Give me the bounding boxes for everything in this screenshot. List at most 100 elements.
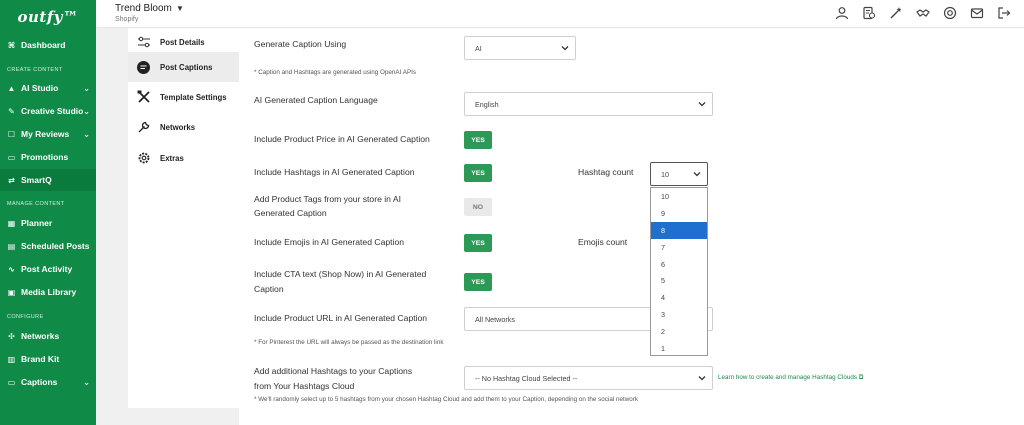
logout-icon[interactable] <box>996 5 1012 21</box>
chevron-down-icon: ⌄ <box>83 129 90 139</box>
networks-icon: ✣ <box>8 331 15 341</box>
sidebar-item-networks[interactable]: ✣ Networks <box>0 325 96 347</box>
chat-bubble-icon <box>136 60 151 75</box>
hashtag-count-label: Hashtag count <box>578 167 634 177</box>
dropdown-option[interactable]: 6 <box>651 256 707 273</box>
tools-icon <box>136 90 151 105</box>
section-label-configure: CONFIGURE <box>7 314 44 320</box>
chevron-down-icon: ⌄ <box>83 83 90 93</box>
sliders-icon <box>136 35 151 50</box>
handshake-icon[interactable] <box>915 5 931 21</box>
generate-caption-select[interactable]: AI <box>464 36 576 60</box>
reviews-icon: ☐ <box>7 129 16 139</box>
dropdown-option[interactable]: 5 <box>651 273 707 290</box>
dropdown-option[interactable]: 1 <box>651 340 707 357</box>
subnav-item-template-settings[interactable]: Template Settings <box>128 83 239 111</box>
chevron-down-icon: ⌄ <box>83 106 90 116</box>
include-url-note: * For Pinterest the URL will always be p… <box>254 339 444 346</box>
sidebar-item-ai-studio[interactable]: ▲ AI Studio ⌄ <box>0 77 96 99</box>
top-bar: Trend Bloom ▼ Shopify <box>96 0 1024 28</box>
include-cta-label-line2: Caption <box>254 284 284 294</box>
subnav-item-networks[interactable]: Networks <box>128 113 239 141</box>
sidebar-item-scheduled-posts[interactable]: ▤ Scheduled Posts <box>0 235 96 257</box>
caption-language-label: AI Generated Caption Language <box>254 95 378 105</box>
sidebar-item-brand-kit[interactable]: ▥ Brand Kit <box>0 348 96 370</box>
user-icon[interactable] <box>834 5 850 21</box>
sidebar-item-my-reviews[interactable]: ☐ My Reviews ⌄ <box>0 123 96 145</box>
include-hashtags-label: Include Hashtags in AI Generated Caption <box>254 167 415 177</box>
captions-icon: ▭ <box>7 377 16 387</box>
hashtag-cloud-help-link[interactable]: Learn how to create and manage Hashtag C… <box>718 374 863 382</box>
product-tags-label-line2: Generated Caption <box>254 208 327 218</box>
external-link-icon: ⧉ <box>858 374 864 381</box>
include-emojis-label: Include Emojis in AI Generated Caption <box>254 237 405 247</box>
dropdown-option[interactable]: 3 <box>651 306 707 323</box>
include-hashtags-toggle[interactable]: YES <box>464 164 492 182</box>
include-price-toggle[interactable]: YES <box>464 131 492 149</box>
include-emojis-toggle[interactable]: YES <box>464 234 492 252</box>
chevron-down-icon <box>561 46 569 51</box>
promotions-icon: ▭ <box>7 152 16 162</box>
sidebar-item-creative-studio[interactable]: ✎ Creative Studio ⌄ <box>0 100 96 122</box>
ai-icon: ▲ <box>7 83 16 93</box>
dropdown-option-highlighted[interactable]: 8 <box>651 221 707 239</box>
chevron-down-icon <box>693 172 701 177</box>
hashtag-cloud-label-line1: Add additional Hashtags to your Captions <box>254 366 413 376</box>
media-icon: ▣ <box>7 287 16 297</box>
billing-icon[interactable] <box>861 5 877 21</box>
section-label-create: CREATE CONTENT <box>7 67 63 73</box>
chevron-down-icon: ⌄ <box>83 377 90 387</box>
inbox-icon[interactable] <box>969 5 985 21</box>
dropdown-option[interactable]: 9 <box>651 205 707 222</box>
store-platform: Shopify <box>115 16 139 23</box>
creative-icon: ✎ <box>8 106 15 116</box>
sidebar-item-media-library[interactable]: ▣ Media Library <box>0 281 96 303</box>
subnav-item-post-captions[interactable]: Post Captions <box>128 52 239 82</box>
include-price-label: Include Product Price in AI Generated Ca… <box>254 134 430 144</box>
chevron-down-icon <box>698 102 706 107</box>
include-cta-toggle[interactable]: YES <box>464 273 492 291</box>
dropdown-option[interactable]: 7 <box>651 239 707 256</box>
product-tags-label-line1: Add Product Tags from your store in AI <box>254 194 401 204</box>
emojis-count-label: Emojis count <box>578 237 628 247</box>
hashtag-cloud-select[interactable]: -- No Hashtag Cloud Selected -- <box>464 366 713 390</box>
sidebar-item-post-activity[interactable]: ∿ Post Activity <box>0 258 96 280</box>
sidebar-item-captions[interactable]: ▭ Captions ⌄ <box>0 371 96 393</box>
section-label-manage: MANAGE CONTENT <box>7 201 65 207</box>
support-icon[interactable] <box>942 5 958 21</box>
include-url-label: Include Product URL in AI Generated Capt… <box>254 313 428 323</box>
activity-icon: ∿ <box>8 264 15 274</box>
brandkit-icon: ▥ <box>7 354 16 364</box>
generate-caption-label: Generate Caption Using <box>254 39 347 49</box>
caption-language-select[interactable]: English <box>464 92 713 116</box>
chevron-down-icon <box>698 376 706 381</box>
magic-wand-icon[interactable] <box>888 5 904 21</box>
hashtag-cloud-note: * We'll randomly select up to 5 hashtags… <box>254 396 639 403</box>
sidebar-item-promotions[interactable]: ▭ Promotions <box>0 146 96 168</box>
product-tags-toggle[interactable]: NO <box>464 198 492 216</box>
gear-icon <box>136 151 151 166</box>
sidebar-item-dashboard[interactable]: ⌘ Dashboard <box>0 34 96 56</box>
dashboard-icon: ⌘ <box>7 40 16 50</box>
generate-caption-note: * Caption and Hashtags are generated usi… <box>254 69 417 76</box>
store-name[interactable]: Trend Bloom <box>115 3 172 14</box>
sidebar: outfy™ ⌘ Dashboard CREATE CONTENT ▲ AI S… <box>0 0 96 425</box>
sidebar-item-smartq[interactable]: ⇄ SmartQ <box>0 169 96 191</box>
hashtag-count-dropdown-list: 10 9 8 7 6 5 4 3 2 1 <box>650 187 708 356</box>
scheduled-icon: ▤ <box>7 241 16 251</box>
subnav-item-extras[interactable]: Extras <box>128 144 239 172</box>
store-switch-caret-icon[interactable]: ▼ <box>176 4 184 13</box>
smartq-icon: ⇄ <box>8 175 15 185</box>
hashtag-count-select[interactable]: 10 <box>650 162 708 186</box>
top-icons <box>834 5 1012 21</box>
caption-settings-subnav: Post Details Post Captions Template Sett… <box>128 28 239 408</box>
dropdown-option[interactable]: 2 <box>651 323 707 340</box>
sidebar-item-planner[interactable]: ▦ Planner <box>0 212 96 234</box>
hashtag-cloud-label-line2: from Your Hashtags Cloud <box>254 381 355 391</box>
planner-icon: ▦ <box>7 218 16 228</box>
dropdown-option[interactable]: 10 <box>651 188 707 205</box>
outfy-logo[interactable]: outfy™ <box>0 0 96 34</box>
wrench-icon <box>136 120 151 135</box>
dropdown-option[interactable]: 4 <box>651 289 707 306</box>
include-cta-label-line1: Include CTA text (Shop Now) in AI Genera… <box>254 269 427 279</box>
